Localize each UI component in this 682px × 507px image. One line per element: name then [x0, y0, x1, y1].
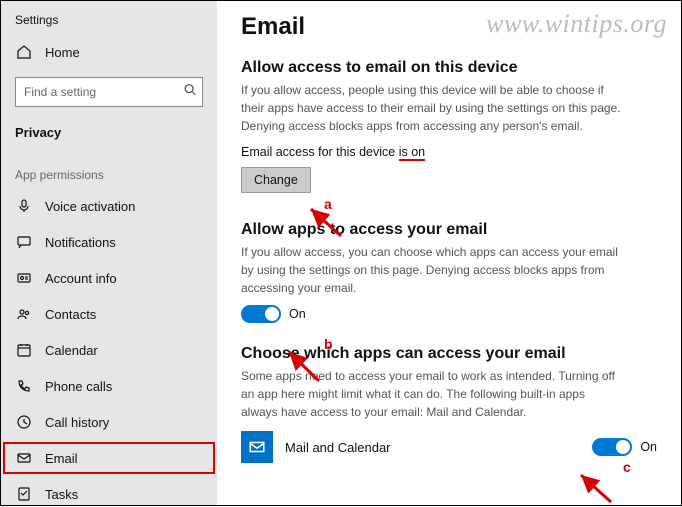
bell-icon [15, 233, 33, 251]
search-icon [183, 83, 197, 102]
section1-body: If you allow access, people using this d… [241, 81, 621, 135]
nav-label: Tasks [45, 487, 78, 502]
privacy-heading: Privacy [1, 119, 217, 150]
nav-label: Email [45, 451, 78, 466]
nav-label: Phone calls [45, 379, 112, 394]
change-button[interactable]: Change [241, 167, 311, 193]
home-label: Home [45, 45, 80, 60]
section2-body: If you allow access, you can choose whic… [241, 243, 621, 297]
apps-access-toggle-row: On [241, 305, 657, 323]
mail-app-icon [241, 431, 273, 463]
nav-label: Call history [45, 415, 109, 430]
id-card-icon [15, 269, 33, 287]
mail-app-toggle[interactable] [592, 438, 632, 456]
nav-list: Voice activation Notifications Account i… [1, 188, 217, 505]
mic-icon [15, 197, 33, 215]
main-content: Email Allow access to email on this devi… [217, 1, 681, 505]
nav-label: Contacts [45, 307, 96, 322]
app-title: Settings [1, 9, 217, 37]
nav-label: Voice activation [45, 199, 135, 214]
app-name-label: Mail and Calendar [285, 440, 592, 455]
clock-icon [15, 413, 33, 431]
sidebar-item-notifications[interactable]: Notifications [1, 224, 217, 260]
tasks-icon [15, 485, 33, 503]
search-input[interactable] [15, 77, 203, 107]
status-value: is on [399, 145, 425, 161]
sidebar-item-contacts[interactable]: Contacts [1, 296, 217, 332]
email-icon [15, 449, 33, 467]
nav-label: Notifications [45, 235, 116, 250]
sidebar-item-home[interactable]: Home [1, 37, 217, 67]
settings-window: Settings Home Privacy App permissions Vo… [1, 1, 681, 505]
nav-label: Calendar [45, 343, 98, 358]
sidebar-item-calendar[interactable]: Calendar [1, 332, 217, 368]
app-permissions-heading: App permissions [1, 150, 217, 188]
page-title: Email [241, 13, 657, 41]
sidebar: Settings Home Privacy App permissions Vo… [1, 1, 217, 505]
section3-body: Some apps need to access your email to w… [241, 367, 621, 421]
mail-app-toggle-label: On [640, 440, 657, 454]
calendar-icon [15, 341, 33, 359]
status-prefix: Email access for this device [241, 145, 399, 159]
sidebar-item-account-info[interactable]: Account info [1, 260, 217, 296]
search-box [15, 77, 203, 107]
contacts-icon [15, 305, 33, 323]
sidebar-item-call-history[interactable]: Call history [1, 404, 217, 440]
app-row-mail-calendar: Mail and Calendar On [241, 431, 657, 463]
section1-title: Allow access to email on this device [241, 59, 657, 77]
sidebar-item-phone-calls[interactable]: Phone calls [1, 368, 217, 404]
apps-access-toggle[interactable] [241, 305, 281, 323]
device-access-status: Email access for this device is on [241, 145, 657, 161]
section3-title: Choose which apps can access your email [241, 345, 657, 363]
phone-icon [15, 377, 33, 395]
sidebar-item-email[interactable]: Email [1, 440, 217, 476]
nav-label: Account info [45, 271, 117, 286]
apps-access-toggle-label: On [289, 307, 306, 321]
sidebar-item-voice-activation[interactable]: Voice activation [1, 188, 217, 224]
sidebar-item-tasks[interactable]: Tasks [1, 476, 217, 505]
section2-title: Allow apps to access your email [241, 221, 657, 239]
home-icon [15, 43, 33, 61]
